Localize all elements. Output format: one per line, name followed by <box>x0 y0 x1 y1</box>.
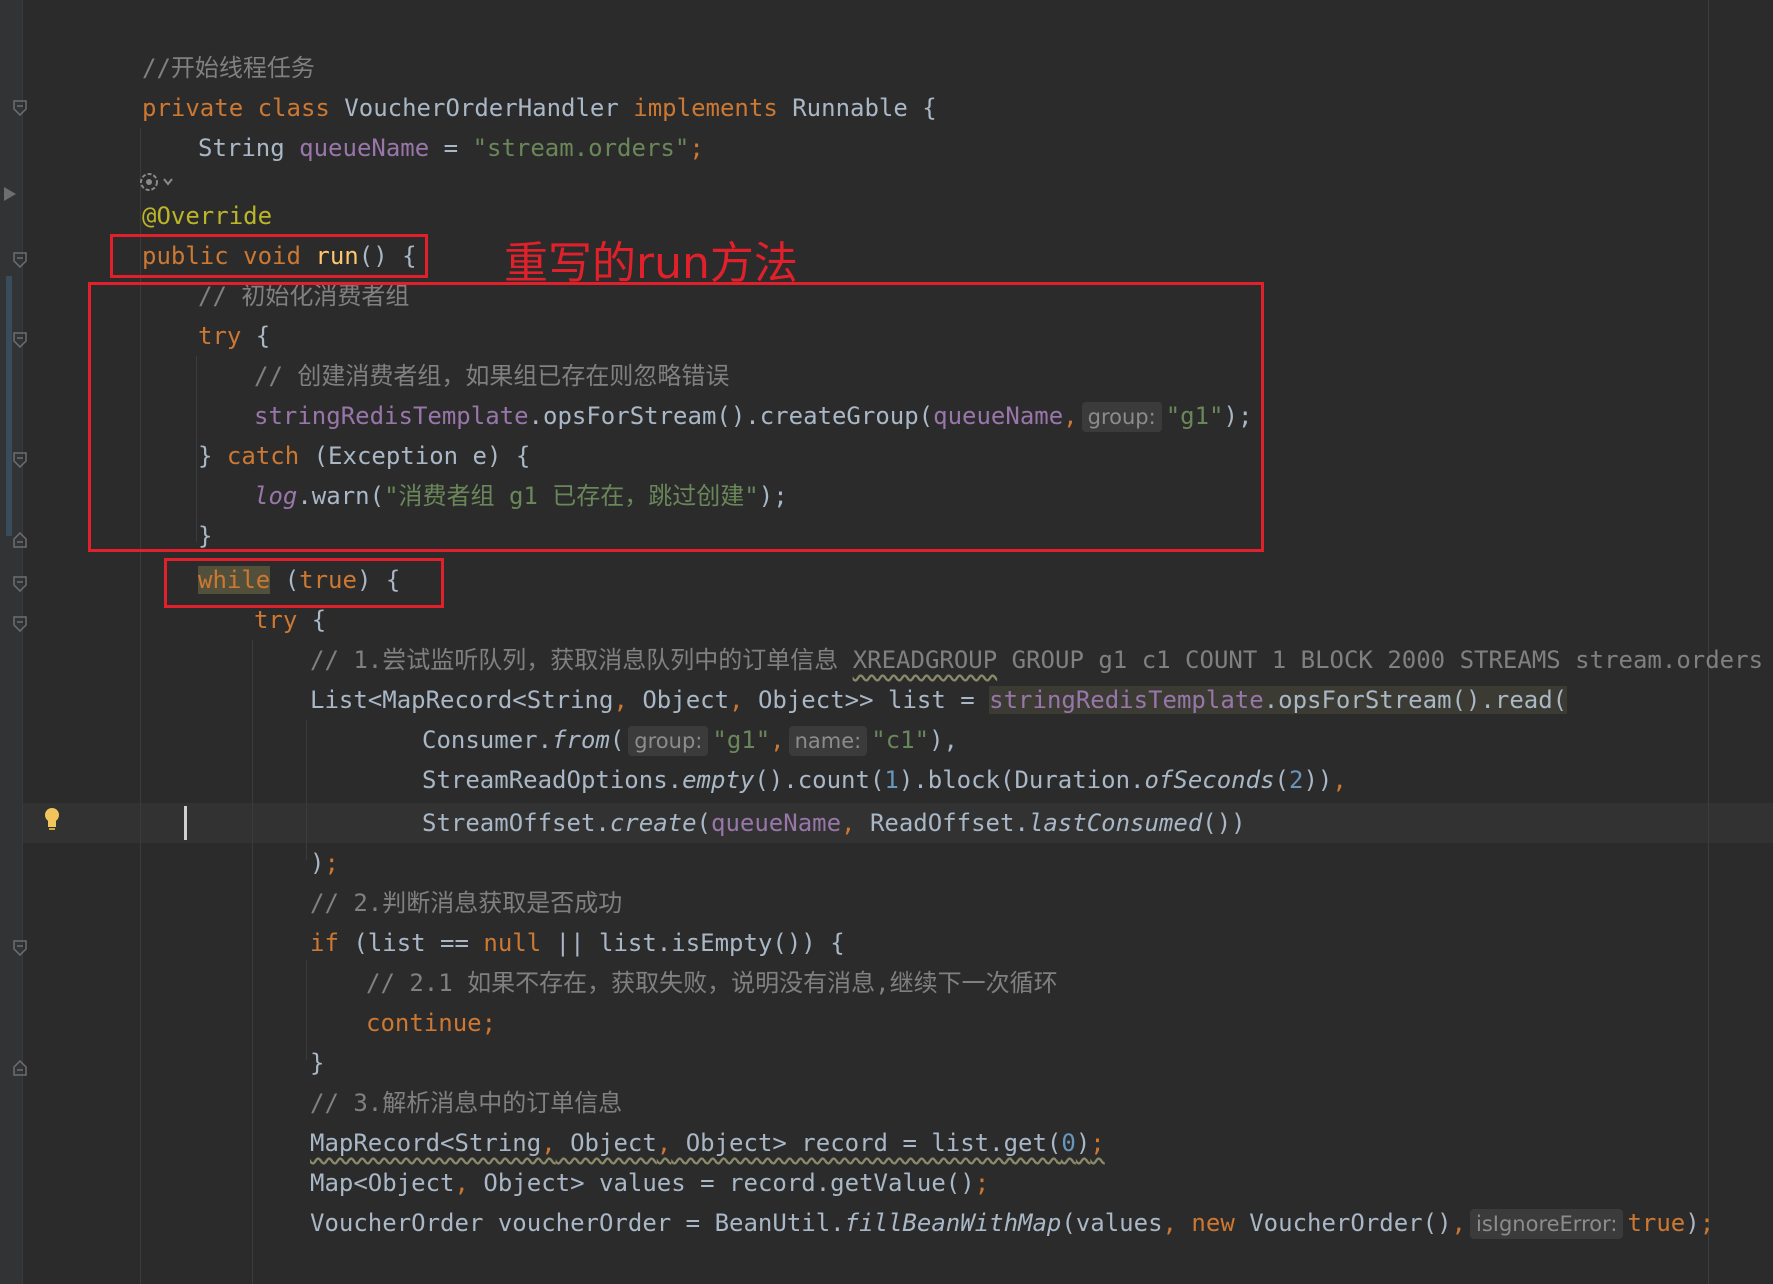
code-line[interactable]: @Override <box>142 196 272 236</box>
code-line[interactable]: // 2.判断消息获取是否成功 <box>310 883 622 923</box>
code-line[interactable]: List<MapRecord<String, Object, Object>> … <box>310 680 1568 720</box>
code-line[interactable]: // 1.尝试监听队列，获取消息队列中的订单信息 XREADGROUP GROU… <box>310 640 1773 680</box>
run-arrow-icon[interactable] <box>4 186 16 205</box>
annotation-box-while <box>164 558 444 608</box>
lightbulb-icon[interactable] <box>42 806 62 836</box>
indent-guide <box>252 640 253 1284</box>
code-line[interactable]: private class VoucherOrderHandler implem… <box>142 88 937 128</box>
editor-gutter[interactable] <box>0 0 23 1284</box>
code-vision-gear-icon[interactable] <box>138 170 174 198</box>
text-caret <box>184 806 187 840</box>
fold-end-icon[interactable] <box>13 1060 27 1076</box>
indent-guide <box>306 720 307 860</box>
fold-icon[interactable] <box>13 940 27 956</box>
code-line[interactable]: StreamOffset.create(queueName, ReadOffse… <box>422 803 1246 843</box>
code-line[interactable]: // 2.1 如果不存在，获取失败，说明没有消息,继续下一次循环 <box>366 963 1058 1003</box>
fold-end-icon[interactable] <box>13 532 27 548</box>
code-line[interactable]: StreamReadOptions.empty().count(1).block… <box>422 760 1347 800</box>
code-line[interactable]: } <box>310 1043 324 1083</box>
fold-icon[interactable] <box>13 452 27 468</box>
param-hint: name: <box>788 726 868 756</box>
code-line[interactable]: MapRecord<String, Object, Object> record… <box>310 1123 1105 1163</box>
code-line[interactable]: Consumer.from(group: "g1", name: "c1"), <box>422 720 958 760</box>
fold-icon[interactable] <box>13 616 27 632</box>
code-line[interactable]: String queueName = "stream.orders"; <box>198 128 704 168</box>
fold-icon[interactable] <box>13 100 27 116</box>
code-line[interactable]: if (list == null || list.isEmpty()) { <box>310 923 845 963</box>
code-line[interactable]: ); <box>310 843 339 883</box>
param-hint: group: <box>628 726 709 756</box>
code-line[interactable]: //开始线程任务 <box>142 48 315 88</box>
code-line[interactable]: continue; <box>366 1003 496 1043</box>
code-line[interactable]: Map<Object, Object> values = record.getV… <box>310 1163 989 1203</box>
annotation-box-run <box>110 234 428 278</box>
fold-icon[interactable] <box>13 576 27 592</box>
vcs-change-marker[interactable] <box>6 276 12 536</box>
fold-icon[interactable] <box>13 332 27 348</box>
code-editor[interactable]: //开始线程任务 private class VoucherOrderHandl… <box>0 0 1773 1284</box>
code-line[interactable]: VoucherOrder voucherOrder = BeanUtil.fil… <box>310 1203 1714 1243</box>
fold-icon[interactable] <box>13 252 27 268</box>
annotation-box-init <box>88 282 1264 552</box>
indent-guide <box>306 960 307 1060</box>
param-hint: isIgnoreError: <box>1469 1209 1624 1239</box>
code-line[interactable]: // 3.解析消息中的订单信息 <box>310 1083 622 1123</box>
